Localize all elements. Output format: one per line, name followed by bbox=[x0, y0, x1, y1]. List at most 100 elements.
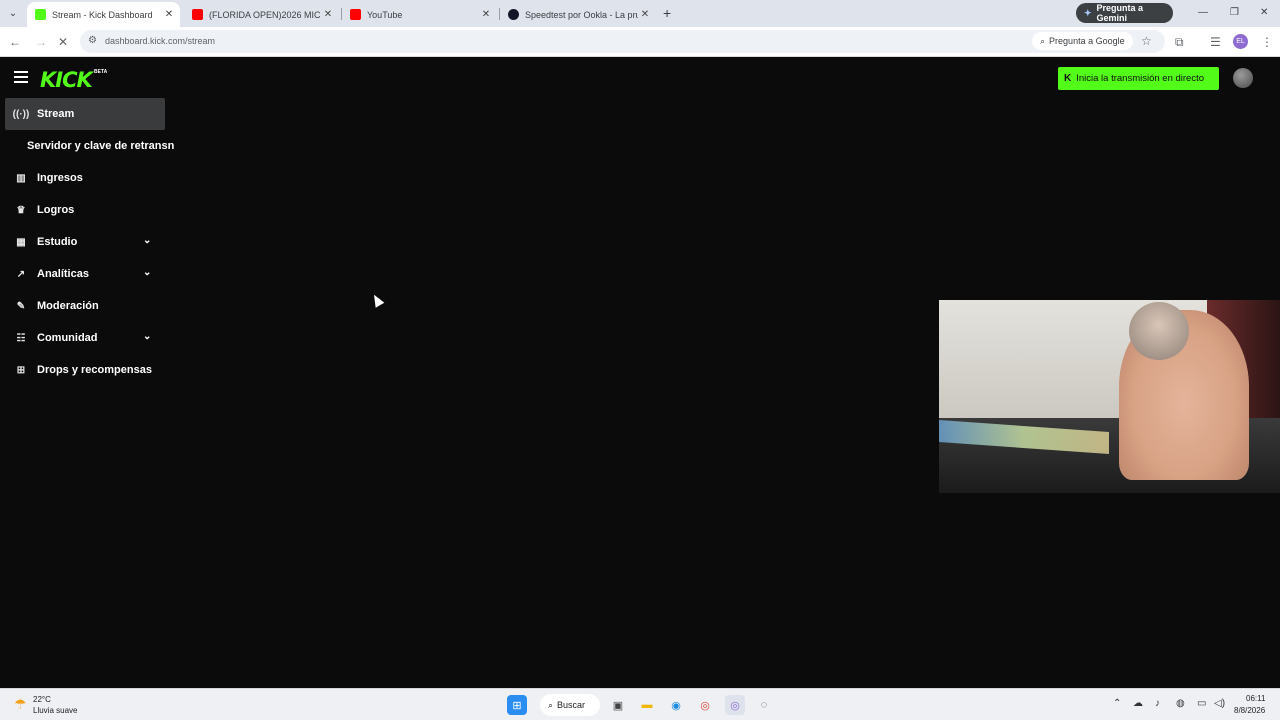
weather-temperature[interactable]: 22°C bbox=[33, 695, 51, 704]
studio-icon: ▦ bbox=[16, 236, 26, 248]
chrome-icon[interactable]: ◎ bbox=[695, 695, 715, 715]
sidebar-item-server-key[interactable]: Servidor y clave de retransn bbox=[5, 130, 185, 162]
gemini-label: Pregunta a Gemini bbox=[1096, 3, 1144, 23]
more-menu-icon[interactable]: ⋮ bbox=[1261, 35, 1273, 49]
stop-loading-icon[interactable]: ✕ bbox=[58, 35, 68, 49]
site-info-icon[interactable]: ⚙ bbox=[88, 35, 97, 46]
edge-icon[interactable]: ◉ bbox=[666, 695, 686, 715]
sidebar-item-comunidad[interactable]: ☷ Comunidad ⌄ bbox=[5, 322, 185, 354]
kick-logo[interactable]: KICK bbox=[40, 68, 93, 92]
sidebar-item-label: Comunidad bbox=[37, 332, 98, 344]
drops-icon: ⊞ bbox=[16, 364, 26, 376]
url-text[interactable]: dashboard.kick.com/stream bbox=[105, 36, 215, 46]
sidebar-item-label: Stream bbox=[37, 108, 75, 120]
media-control-icon[interactable]: ☰ bbox=[1210, 35, 1221, 49]
tab-title: Stream - Kick Dashboard bbox=[52, 9, 153, 20]
hamburger-menu-icon[interactable] bbox=[14, 71, 28, 83]
user-avatar[interactable] bbox=[1233, 68, 1253, 88]
sidebar-item-stream[interactable]: ((·)) Stream bbox=[5, 98, 165, 130]
clock-time[interactable]: 06:11 bbox=[1246, 694, 1265, 703]
tab-speedtest[interactable]: Speedtest por Ookla - La prueb ✕ bbox=[500, 2, 656, 27]
ask-google-label: Pregunta a Google bbox=[1049, 36, 1125, 46]
mouse-cursor bbox=[369, 292, 385, 308]
profile-avatar[interactable]: EL bbox=[1233, 34, 1248, 49]
youtube-favicon-icon bbox=[350, 9, 361, 20]
extensions-icon[interactable]: ⧉ bbox=[1175, 35, 1184, 49]
tab-close-icon[interactable]: ✕ bbox=[638, 9, 652, 20]
onedrive-icon[interactable]: ☁ bbox=[1133, 698, 1143, 709]
community-icon: ☷ bbox=[16, 332, 26, 344]
lens-icon: ⌕ bbox=[1040, 35, 1046, 46]
sidebar-item-label: Drops y recompensas bbox=[37, 364, 152, 376]
minimize-icon[interactable]: — bbox=[1198, 7, 1208, 18]
tab-close-icon[interactable]: ✕ bbox=[162, 9, 176, 20]
sidebar-item-drops[interactable]: ⊞ Drops y recompensas bbox=[5, 354, 185, 386]
kick-k-icon: K bbox=[1064, 73, 1072, 84]
sidebar-item-label: Ingresos bbox=[37, 172, 83, 184]
windows-taskbar: ☂ 22°C Lluvia suave ⊞ ⌕ Buscar ▣ ▬ ◉ ◎ ◎… bbox=[0, 688, 1280, 720]
gemini-sparkle-icon: ✦ bbox=[1084, 7, 1092, 18]
sidebar-item-label: Estudio bbox=[37, 236, 78, 248]
browser-toolbar: ← → ✕ ⚙ dashboard.kick.com/stream ⌕ Preg… bbox=[0, 27, 1280, 57]
tab-title: (FLORIDA OPEN)2026 MICKEY bbox=[209, 9, 321, 20]
sidebar-item-label: Analíticas bbox=[37, 268, 89, 280]
tab-youtube[interactable]: YouTube ✕ bbox=[342, 2, 497, 27]
tab-close-icon[interactable]: ✕ bbox=[479, 9, 493, 20]
sidebar-item-moderacion[interactable]: ✎ Moderación bbox=[5, 290, 185, 322]
tab-kick-dashboard[interactable]: Stream - Kick Dashboard ✕ bbox=[27, 2, 180, 27]
speedtest-favicon-icon bbox=[508, 9, 519, 20]
weather-description[interactable]: Lluvia suave bbox=[33, 706, 77, 715]
go-live-label: Inicia la transmisión en directo bbox=[1076, 73, 1205, 84]
ask-google-button[interactable]: ⌕ Pregunta a Google bbox=[1032, 32, 1133, 50]
go-live-button[interactable]: K Inicia la transmisión en directo bbox=[1058, 67, 1219, 90]
windows-start-icon[interactable]: ⊞ bbox=[507, 695, 527, 715]
broadcast-icon: ((·)) bbox=[12, 108, 30, 120]
new-tab-plus-icon[interactable]: + bbox=[663, 6, 671, 20]
restore-icon[interactable]: ❐ bbox=[1230, 7, 1239, 18]
chevron-down-icon[interactable]: ⌄ bbox=[143, 235, 151, 246]
ask-gemini-button[interactable]: ✦ Pregunta a Gemini bbox=[1076, 3, 1173, 23]
sidebar-item-logros[interactable]: ♛ Logros bbox=[5, 194, 185, 226]
trophy-icon: ♛ bbox=[16, 204, 26, 216]
display-icon[interactable]: ▭ bbox=[1197, 698, 1206, 709]
sidebar-item-label: Logros bbox=[37, 204, 75, 216]
sidebar-item-label: Servidor y clave de retransn bbox=[27, 140, 175, 152]
chart-bar-icon: ▥ bbox=[16, 172, 26, 184]
clock-date[interactable]: 8/8/2026 bbox=[1234, 706, 1265, 715]
webcam-overlay bbox=[939, 300, 1280, 493]
obs-icon[interactable]: ◌ bbox=[754, 695, 774, 715]
tray-chevron-up-icon[interactable]: ⌃ bbox=[1113, 698, 1121, 709]
kick-dashboard-page: KICK BETA K Inicia la transmisión en dir… bbox=[0, 58, 1280, 688]
task-view-icon[interactable]: ▣ bbox=[608, 695, 628, 715]
network-icon[interactable]: ◍ bbox=[1176, 698, 1185, 709]
back-arrow-icon[interactable]: ← bbox=[9, 35, 21, 49]
tab-close-icon[interactable]: ✕ bbox=[321, 9, 335, 20]
tab-title: YouTube bbox=[367, 9, 403, 20]
chevron-down-icon[interactable]: ⌄ bbox=[143, 267, 151, 278]
volume-icon[interactable]: ◁) bbox=[1214, 698, 1225, 709]
analytics-icon: ↗ bbox=[16, 268, 26, 280]
close-window-icon[interactable]: ✕ bbox=[1260, 7, 1268, 18]
sidebar-nav: ((·)) Stream Servidor y clave de retrans… bbox=[5, 98, 185, 386]
bookmark-star-icon[interactable]: ☆ bbox=[1141, 34, 1152, 48]
browser-tab-strip: ⌄ Stream - Kick Dashboard ✕ (FLORIDA OPE… bbox=[0, 0, 1280, 27]
webcam-headset bbox=[1129, 302, 1189, 360]
sidebar-item-analiticas[interactable]: ↗ Analíticas ⌄ bbox=[5, 258, 185, 290]
wrench-icon: ✎ bbox=[16, 300, 26, 312]
tab-youtube-video[interactable]: (FLORIDA OPEN)2026 MICKEY ✕ bbox=[184, 2, 339, 27]
address-bar[interactable]: ⚙ dashboard.kick.com/stream ⌕ Pregunta a… bbox=[80, 30, 1165, 53]
forward-arrow-icon[interactable]: → bbox=[35, 35, 47, 49]
sidebar-item-ingresos[interactable]: ▥ Ingresos bbox=[5, 162, 185, 194]
microphone-icon[interactable]: ♪ bbox=[1155, 698, 1160, 709]
taskbar-search-label: Buscar bbox=[557, 700, 586, 710]
chevron-down-icon[interactable]: ⌄ bbox=[143, 331, 151, 342]
file-explorer-icon[interactable]: ▬ bbox=[637, 695, 657, 715]
youtube-favicon-icon bbox=[192, 9, 203, 20]
kick-favicon-icon bbox=[35, 9, 46, 20]
weather-cloud-rain-icon[interactable]: ☂ bbox=[14, 696, 27, 713]
sidebar-item-label: Moderación bbox=[37, 300, 99, 312]
taskbar-search[interactable]: ⌕ Buscar bbox=[540, 694, 600, 716]
chrome-profile-icon[interactable]: ◎ bbox=[725, 695, 745, 715]
sidebar-item-estudio[interactable]: ▦ Estudio ⌄ bbox=[5, 226, 185, 258]
tab-search-icon[interactable]: ⌄ bbox=[6, 7, 20, 21]
